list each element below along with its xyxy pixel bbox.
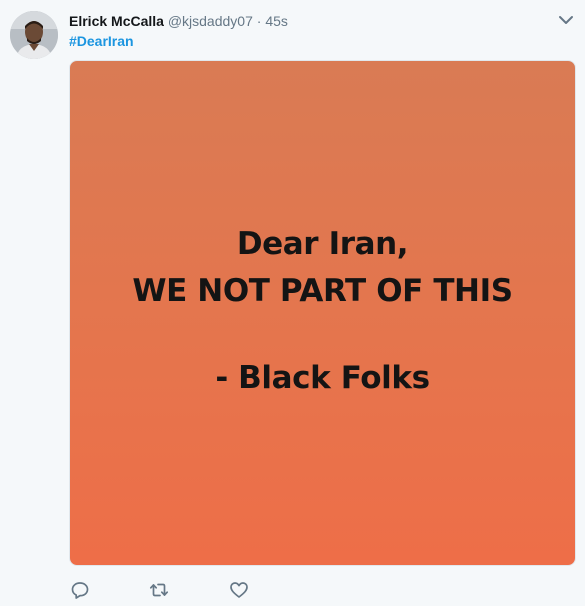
image-text-line-1: Dear Iran, [236, 226, 409, 262]
avatar-photo-icon [10, 11, 58, 59]
retweet-button[interactable] [149, 580, 169, 600]
chevron-down-icon [559, 16, 573, 24]
retweet-icon [149, 583, 169, 597]
tweet-image[interactable]: Dear Iran, WE NOT PART OF THIS - Black F… [69, 60, 576, 566]
tweet-header: Elrick McCalla @kjsdaddy07 · 45s [69, 12, 288, 30]
author-handle[interactable]: @kjsdaddy07 [168, 13, 253, 29]
tweet-actions [0, 580, 585, 602]
heart-icon [230, 582, 248, 598]
image-text-line-3: - Black Folks [215, 360, 430, 396]
like-button[interactable] [229, 580, 249, 600]
tweet-menu-button[interactable] [556, 10, 576, 30]
hashtag-link[interactable]: #DearIran [69, 32, 134, 50]
reply-button[interactable] [70, 580, 90, 600]
tweet: Elrick McCalla @kjsdaddy07 · 45s #DearIr… [0, 0, 585, 606]
reply-icon [71, 582, 89, 599]
avatar[interactable] [10, 11, 58, 59]
author-name[interactable]: Elrick McCalla [69, 13, 164, 29]
header-separator: · [256, 13, 262, 29]
tweet-timestamp[interactable]: 45s [265, 13, 288, 29]
image-text-line-2: WE NOT PART OF THIS [132, 273, 513, 309]
